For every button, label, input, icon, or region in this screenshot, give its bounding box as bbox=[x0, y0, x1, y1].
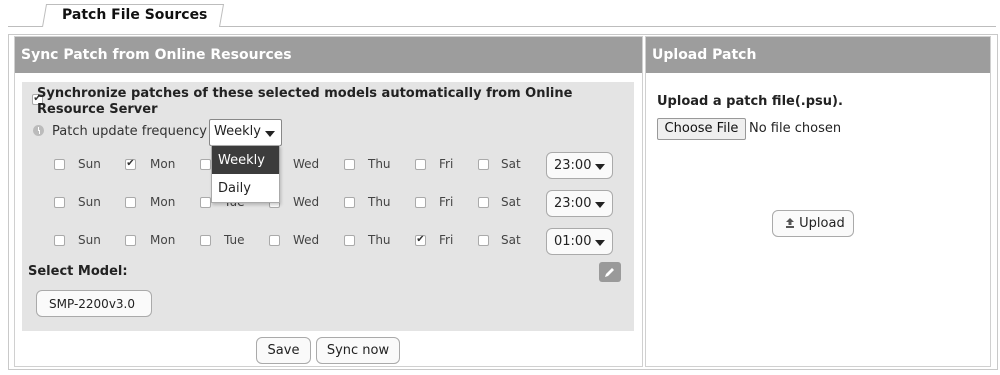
time-select[interactable]: 23:00 bbox=[546, 152, 613, 179]
frequency-option-weekly[interactable]: Weekly bbox=[212, 146, 279, 174]
day-label-sat: Sat bbox=[501, 157, 521, 171]
upload-panel: Upload Patch bbox=[645, 36, 991, 367]
day-checkbox-wed[interactable] bbox=[269, 235, 280, 246]
day-label-sat: Sat bbox=[501, 195, 521, 209]
day-checkbox-sun[interactable] bbox=[54, 159, 65, 170]
day-checkbox-sat[interactable] bbox=[478, 159, 489, 170]
day-label-wed: Wed bbox=[293, 233, 320, 247]
day-checkbox-sat[interactable] bbox=[478, 197, 489, 208]
clock-icon bbox=[33, 125, 44, 136]
day-checkbox-mon[interactable] bbox=[125, 235, 136, 246]
frequency-dropdown: Weekly Daily bbox=[211, 145, 280, 203]
day-checkbox-fri[interactable] bbox=[415, 235, 426, 246]
save-button[interactable]: Save bbox=[256, 337, 311, 364]
day-checkbox-fri[interactable] bbox=[415, 159, 426, 170]
upload-label: Upload bbox=[799, 216, 845, 231]
tab-label[interactable]: Patch File Sources bbox=[62, 7, 207, 23]
no-file-text: No file chosen bbox=[749, 121, 842, 136]
day-label-tue: Tue bbox=[224, 233, 245, 247]
day-label-thu: Thu bbox=[368, 157, 391, 171]
day-label-fri: Fri bbox=[439, 233, 454, 247]
caret-down-icon bbox=[595, 240, 605, 246]
choose-file-button[interactable]: Choose File bbox=[657, 118, 746, 140]
day-checkbox-sun[interactable] bbox=[54, 197, 65, 208]
edit-model-button[interactable] bbox=[599, 262, 621, 282]
time-select[interactable]: 23:00 bbox=[546, 190, 613, 217]
day-label-mon: Mon bbox=[150, 233, 176, 247]
time-select-value: 01:00 bbox=[554, 234, 592, 249]
frequency-label: Patch update frequency bbox=[52, 124, 207, 139]
time-select-value: 23:00 bbox=[554, 196, 592, 211]
caret-down-icon bbox=[595, 164, 605, 170]
frequency-select-value: Weekly bbox=[214, 124, 261, 139]
upload-panel-header: Upload Patch bbox=[646, 37, 990, 73]
caret-down-icon bbox=[595, 202, 605, 208]
day-label-sun: Sun bbox=[78, 195, 101, 209]
day-checkbox-sun[interactable] bbox=[54, 235, 65, 246]
frequency-select[interactable]: Weekly bbox=[209, 119, 282, 146]
day-label-wed: Wed bbox=[293, 195, 320, 209]
day-checkbox-tue[interactable] bbox=[200, 159, 211, 170]
time-select[interactable]: 01:00 bbox=[546, 228, 613, 255]
day-label-fri: Fri bbox=[439, 157, 454, 171]
frequency-option-daily[interactable]: Daily bbox=[212, 174, 279, 202]
select-model-label: Select Model: bbox=[28, 264, 128, 279]
auto-sync-label: Synchronize patches of these selected mo… bbox=[37, 86, 573, 117]
day-checkbox-thu[interactable] bbox=[344, 159, 355, 170]
day-checkbox-fri[interactable] bbox=[415, 197, 426, 208]
upload-icon bbox=[786, 218, 794, 228]
sync-now-button[interactable]: Sync now bbox=[316, 337, 400, 364]
day-label-sun: Sun bbox=[78, 157, 101, 171]
time-select-value: 23:00 bbox=[554, 158, 592, 173]
caret-down-icon bbox=[265, 131, 275, 137]
day-label-fri: Fri bbox=[439, 195, 454, 209]
model-button[interactable]: SMP-2200v3.0 bbox=[36, 290, 152, 317]
upload-button[interactable]: Upload bbox=[772, 210, 854, 237]
day-checkbox-thu[interactable] bbox=[344, 235, 355, 246]
day-label-thu: Thu bbox=[368, 233, 391, 247]
day-checkbox-mon[interactable] bbox=[125, 197, 136, 208]
day-checkbox-thu[interactable] bbox=[344, 197, 355, 208]
day-checkbox-tue[interactable] bbox=[200, 197, 211, 208]
day-label-thu: Thu bbox=[368, 195, 391, 209]
day-checkbox-tue[interactable] bbox=[200, 235, 211, 246]
upload-title: Upload a patch file(.psu). bbox=[657, 94, 843, 109]
day-label-wed: Wed bbox=[293, 157, 320, 171]
day-label-mon: Mon bbox=[150, 195, 176, 209]
day-label-sun: Sun bbox=[78, 233, 101, 247]
pencil-icon bbox=[605, 268, 614, 277]
day-checkbox-sat[interactable] bbox=[478, 235, 489, 246]
sync-panel-header: Sync Patch from Online Resources bbox=[15, 37, 642, 73]
day-label-sat: Sat bbox=[501, 233, 521, 247]
day-checkbox-mon[interactable] bbox=[125, 159, 136, 170]
day-label-mon: Mon bbox=[150, 157, 176, 171]
